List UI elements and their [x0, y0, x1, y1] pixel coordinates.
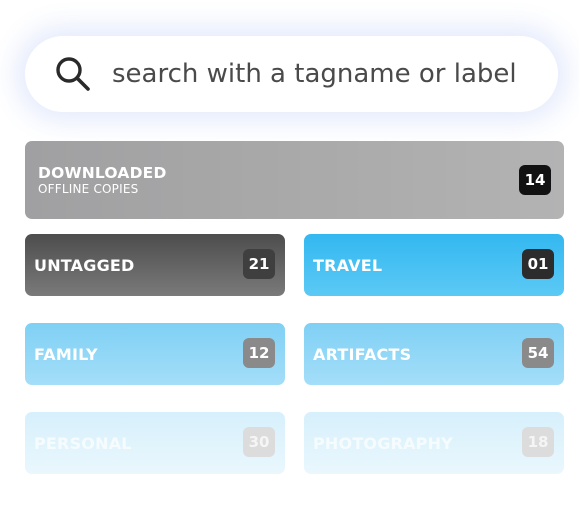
count-badge: 54 [522, 338, 554, 368]
count-badge: 12 [243, 338, 275, 368]
tag-untagged[interactable]: UNTAGGED 21 [25, 234, 285, 296]
tag-label: TRAVEL [313, 256, 383, 275]
tag-downloaded[interactable]: DOWNLOADED OFFLINE COPIES 14 [25, 141, 564, 219]
count-badge: 30 [243, 427, 275, 457]
count-badge: 21 [243, 249, 275, 279]
tag-sublabel: OFFLINE COPIES [38, 182, 139, 196]
tag-label: UNTAGGED [34, 256, 135, 275]
search-icon[interactable] [55, 56, 91, 92]
search-bar[interactable] [25, 36, 558, 112]
search-input[interactable] [112, 54, 532, 94]
tag-label: ARTIFACTS [313, 345, 412, 364]
count-badge: 01 [522, 249, 554, 279]
tag-family[interactable]: FAMILY 12 [25, 323, 285, 385]
count-badge: 18 [522, 427, 554, 457]
tag-personal[interactable]: PERSONAL 30 [25, 412, 285, 474]
tag-label: PERSONAL [34, 434, 132, 453]
tag-travel[interactable]: TRAVEL 01 [304, 234, 564, 296]
tag-label: DOWNLOADED [38, 164, 167, 182]
tag-label: FAMILY [34, 345, 98, 364]
count-badge: 14 [519, 165, 551, 195]
tag-label: PHOTOGRAPHY [313, 434, 453, 453]
tag-artifacts[interactable]: ARTIFACTS 54 [304, 323, 564, 385]
tag-photography[interactable]: PHOTOGRAPHY 18 [304, 412, 564, 474]
